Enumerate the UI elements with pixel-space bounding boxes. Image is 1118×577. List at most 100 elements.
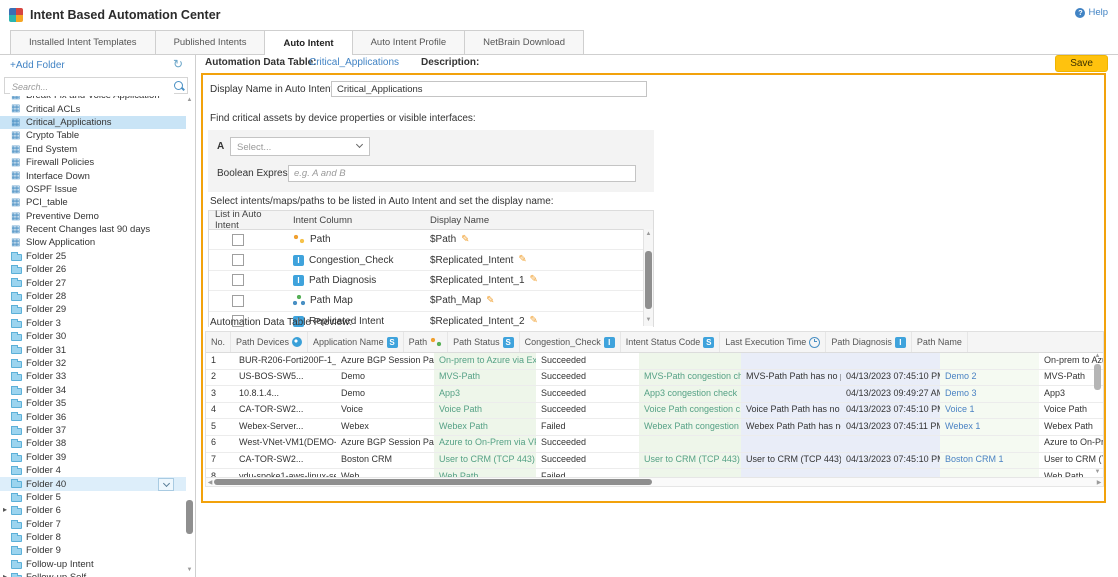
cell-path-link[interactable]: Webex Path: [434, 419, 536, 435]
cell-path-diagnosis-link[interactable]: Webex 1: [940, 419, 1039, 435]
scroll-up-icon[interactable]: ▲: [1093, 352, 1102, 361]
tree-item[interactable]: ▸ Folder 4: [0, 464, 186, 477]
cell-path-link[interactable]: On-prem to Azure via Expre...: [434, 353, 536, 369]
tree-item[interactable]: ▸ Slow Application: [0, 236, 186, 249]
tree-item[interactable]: ▸ Folder 25: [0, 250, 186, 263]
cell-path-link[interactable]: Voice Path: [434, 403, 536, 419]
edit-pencil-icon[interactable]: ✎: [461, 235, 469, 245]
tree-item[interactable]: ▸ Folder 31: [0, 343, 186, 356]
cell-congestion-check-link[interactable]: App3 congestion check: [639, 386, 741, 402]
tree-item[interactable]: ▸ Folder 8: [0, 531, 186, 544]
tab-item[interactable]: Auto Intent: [264, 30, 352, 55]
tree-item[interactable]: ▸ Folder 7: [0, 518, 186, 531]
tree-item[interactable]: ▸ Folder 28: [0, 290, 186, 303]
add-folder-button[interactable]: +Add Folder: [10, 60, 65, 71]
cell-path-diagnosis-link[interactable]: Boston CRM 1: [940, 453, 1039, 469]
edit-pencil-icon[interactable]: ✎: [518, 255, 526, 265]
table-row[interactable]: 2 US-BOS-SW5... Demo MVS-Path Succeeded …: [206, 370, 1103, 387]
intent-row[interactable]: Path Diagnosis $Replicated_Intent_1 ✎: [209, 271, 653, 291]
tree-item[interactable]: ▸ Folder 9: [0, 544, 186, 557]
scroll-down-icon[interactable]: ▼: [185, 566, 194, 575]
scroll-right-icon[interactable]: ▶: [1095, 479, 1103, 487]
tree-item[interactable]: ▸ Folder 33: [0, 370, 186, 383]
cell-path-diagnosis-link[interactable]: [940, 353, 1039, 369]
scroll-down-icon[interactable]: ▼: [644, 316, 653, 325]
scroll-up-icon[interactable]: ▲: [185, 96, 194, 105]
list-checkbox[interactable]: [232, 254, 244, 266]
tree-item[interactable]: ▸ Folder 26: [0, 263, 186, 276]
help-link[interactable]: ? Help: [1075, 7, 1108, 18]
edit-pencil-icon[interactable]: ✎: [530, 275, 538, 285]
tree-item[interactable]: ▸ Folder 38: [0, 437, 186, 450]
table-row[interactable]: 1 BUR-R206-Forti200F-1_(De... Azure BGP …: [206, 353, 1103, 370]
item-menu-chevron[interactable]: [158, 478, 174, 491]
tree-item[interactable]: ▸ Critical ACLs: [0, 102, 186, 115]
display-name-input[interactable]: [331, 81, 647, 97]
tree-item[interactable]: ▸ Folder 6: [0, 504, 186, 517]
table-row[interactable]: 6 West-VNet-VM1(DEMO-LAB)... Azure BGP S…: [206, 436, 1103, 453]
tree-item[interactable]: ▸ Folder 5: [0, 491, 186, 504]
tree-item[interactable]: ▸ Folder 30: [0, 330, 186, 343]
cell-congestion-check-link[interactable]: [639, 436, 741, 452]
tree-item[interactable]: ▸ Follow-up Self: [0, 571, 186, 577]
sidebar-scroll-thumb[interactable]: [186, 500, 193, 534]
preview-vertical-scrollbar[interactable]: ▲ ▼: [1093, 352, 1102, 477]
tree-item[interactable]: ▸ Folder 34: [0, 384, 186, 397]
tree-item[interactable]: ▸ Crypto Table: [0, 129, 186, 142]
scroll-up-icon[interactable]: ▲: [644, 230, 653, 239]
tree-item[interactable]: ▸ Folder 3: [0, 317, 186, 330]
edit-pencil-icon[interactable]: ✎: [486, 296, 494, 306]
cell-congestion-check-link[interactable]: Voice Path congestion c...: [639, 403, 741, 419]
tree-item[interactable]: ▸ Folder 36: [0, 410, 186, 423]
search-input[interactable]: [10, 79, 174, 94]
expand-arrow-icon[interactable]: ▸: [3, 505, 7, 514]
tree-item[interactable]: ▸ Firewall Policies: [0, 156, 186, 169]
tree-item[interactable]: ▸ Folder 37: [0, 424, 186, 437]
tree-item[interactable]: ▸ Preventive Demo: [0, 210, 186, 223]
preview-hscroll-thumb[interactable]: [214, 479, 652, 485]
expand-arrow-icon[interactable]: ▸: [3, 572, 7, 577]
cell-path-diagnosis-link[interactable]: Voice 1: [940, 403, 1039, 419]
intent-row[interactable]: Path Map $Path_Map ✎: [209, 291, 653, 311]
tree-item[interactable]: ▸ Folder 29: [0, 303, 186, 316]
tab-item[interactable]: Published Intents: [155, 30, 266, 54]
tab-item[interactable]: Auto Intent Profile: [352, 30, 466, 54]
cell-path-diagnosis-link[interactable]: Demo 2: [940, 370, 1039, 386]
cell-path-link[interactable]: MVS-Path: [434, 370, 536, 386]
tree-item[interactable]: ▸ Interface Down: [0, 169, 186, 182]
tree-item[interactable]: ▸ PCI_table: [0, 196, 186, 209]
table-row[interactable]: 4 CA-TOR-SW2... Voice Voice Path Succeed…: [206, 403, 1103, 420]
cell-path-diagnosis-link[interactable]: Demo 3: [940, 386, 1039, 402]
cell-path-diagnosis-link[interactable]: [940, 436, 1039, 452]
scroll-left-icon[interactable]: ◀: [206, 479, 214, 487]
refresh-icon[interactable]: ↻: [173, 58, 183, 70]
table-row[interactable]: 3 10.8.1.4... Demo App3 Succeeded App3 c…: [206, 386, 1103, 403]
scroll-down-icon[interactable]: ▼: [1093, 468, 1102, 477]
tree-item[interactable]: ▸ Folder 27: [0, 276, 186, 289]
intent-row[interactable]: Congestion_Check $Replicated_Intent ✎: [209, 250, 653, 270]
tab-item[interactable]: NetBrain Download: [464, 30, 584, 54]
tree-item[interactable]: ▸ OSPF Issue: [0, 183, 186, 196]
intent-row[interactable]: Path $Path ✎: [209, 230, 653, 250]
cell-path-link[interactable]: App3: [434, 386, 536, 402]
cell-path-link[interactable]: Azure to On-Prem via VPN: [434, 436, 536, 452]
preview-vscroll-thumb[interactable]: [1094, 364, 1101, 390]
tree-item[interactable]: ▸ Critical_Applications: [0, 116, 186, 129]
data-table-name-link[interactable]: Critical_Applications: [309, 57, 399, 68]
device-property-select[interactable]: Select...: [230, 137, 370, 156]
boolean-expression-input[interactable]: [288, 165, 636, 182]
tree-item[interactable]: ▸ End System: [0, 143, 186, 156]
tree-item[interactable]: ▸ Folder 35: [0, 397, 186, 410]
list-checkbox[interactable]: [232, 274, 244, 286]
edit-pencil-icon[interactable]: ✎: [530, 316, 538, 326]
preview-horizontal-scrollbar[interactable]: ◀ ▶: [205, 477, 1104, 487]
tab-item[interactable]: Installed Intent Templates: [10, 30, 156, 54]
search-icon[interactable]: [174, 81, 183, 90]
sidebar-scrollbar[interactable]: ▲ ▼: [185, 96, 194, 575]
tree-item[interactable]: ▸ Recent Changes last 90 days: [0, 223, 186, 236]
intent-scroll-thumb[interactable]: [645, 251, 652, 309]
cell-path-link[interactable]: User to CRM (TCP 443): [434, 453, 536, 469]
tree-item[interactable]: ▸ Folder 39: [0, 451, 186, 464]
table-row[interactable]: 7 CA-TOR-SW2... Boston CRM User to CRM (…: [206, 453, 1103, 470]
cell-congestion-check-link[interactable]: MVS-Path congestion ch...: [639, 370, 741, 386]
